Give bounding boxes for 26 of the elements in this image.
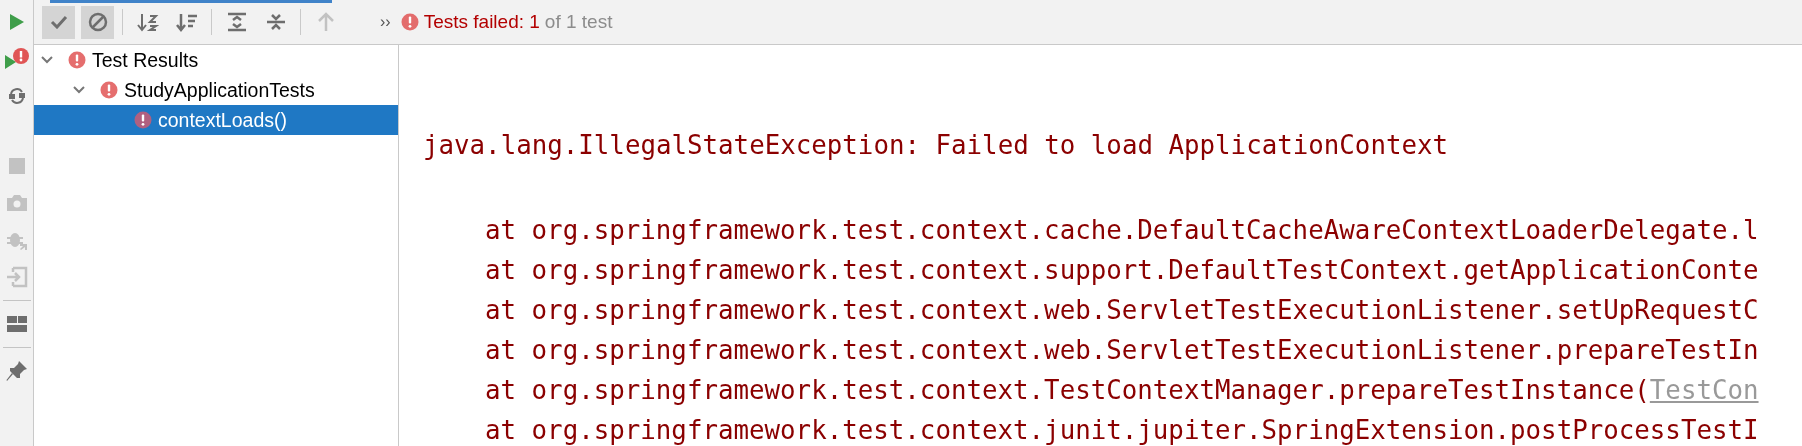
stack-frame: at org.springframework.test.context.TestContextManager.prepareTestInstance(TestCon [423,376,1802,404]
run-icon[interactable] [7,12,26,32]
tree-label: contextLoads() [158,108,287,132]
layout-icon[interactable] [6,316,27,332]
tree-item[interactable]: contextLoads() [34,105,398,135]
more-button[interactable]: ›› [380,13,391,31]
stack-frame: at org.springframework.test.context.support.DefaultTestContext.getApplicationConte [423,256,1802,284]
error-icon [100,81,118,99]
rerun-failed-icon[interactable] [3,47,30,71]
stack-frame: at org.springframework.test.context.web.ServletTestExecutionListener.prepareTestIn [423,336,1802,364]
error-icon [400,13,419,31]
refresh-icon[interactable] [6,86,27,106]
tests-failed-text: Tests failed: 1 [423,11,540,33]
stack-frame: at org.springframework.test.context.cache.DefaultCacheAwareContextLoaderDelegate.l [423,216,1802,244]
stack-frame: at org.springframework.test.context.junit.jupiter.SpringExtension.postProcessTestI [423,416,1802,444]
exception-message: java.lang.IllegalStateException: Failed to load ApplicationContext [423,131,1450,159]
tree-label: StudyApplicationTests [124,78,315,102]
stack-frame: at org.springframework.test.context.web.ServletTestExecutionListener.setUpRequestC [423,296,1802,324]
check-icon[interactable] [42,5,75,39]
tree-item[interactable]: StudyApplicationTests [34,75,398,105]
test-total-text: of 1 test [544,11,613,33]
pin-icon[interactable] [5,360,28,382]
error-icon [68,51,86,69]
tree-item[interactable]: Test Results [34,45,398,75]
tree-label: Test Results [92,48,199,72]
error-icon [134,111,152,129]
